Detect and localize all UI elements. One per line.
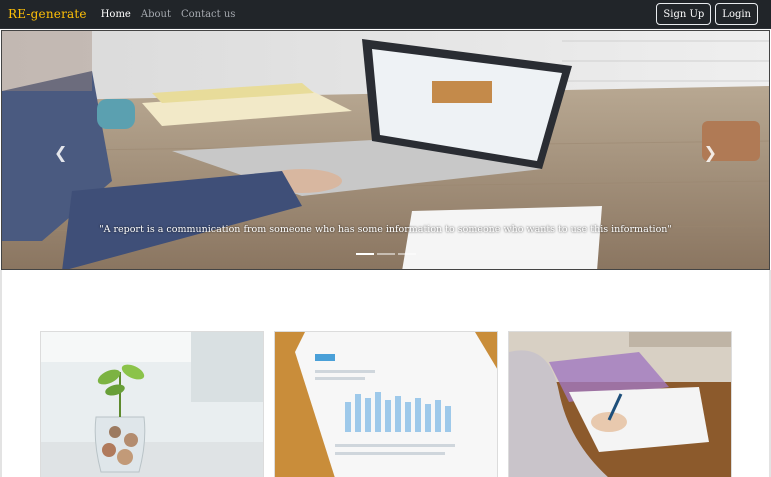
page-border-left [0, 270, 2, 477]
signup-button[interactable]: Sign Up [656, 3, 712, 25]
carousel-indicator-2[interactable] [377, 253, 395, 255]
nav-link-home[interactable]: Home [101, 9, 131, 20]
hero-carousel: ❮ ❯ "A report is a communication from so… [1, 30, 770, 270]
auth-buttons: Sign Up Login [656, 3, 758, 25]
carousel-indicator-1[interactable] [356, 253, 374, 255]
carousel-indicator-3[interactable] [398, 253, 416, 255]
nav-links: Home About Contact us [101, 9, 246, 20]
card-plant-jar[interactable] [40, 331, 264, 477]
carousel-prev-icon[interactable]: ❮ [54, 143, 67, 162]
carousel-caption: "A report is a communication from someon… [99, 224, 672, 235]
nav-link-about[interactable]: About [141, 9, 171, 20]
navbar: RE-generate Home About Contact us Sign U… [0, 0, 771, 29]
card-person-writing[interactable] [508, 331, 732, 477]
card-report-chart[interactable] [274, 331, 498, 477]
carousel-indicators [356, 253, 416, 255]
card-image-writing [509, 332, 731, 477]
brand-logo[interactable]: RE-generate [8, 7, 87, 21]
card-image-plant [41, 332, 263, 477]
carousel-next-icon[interactable]: ❯ [704, 143, 717, 162]
nav-link-contact[interactable]: Contact us [181, 9, 235, 20]
card-image-report [275, 332, 497, 477]
login-button[interactable]: Login [715, 3, 758, 25]
